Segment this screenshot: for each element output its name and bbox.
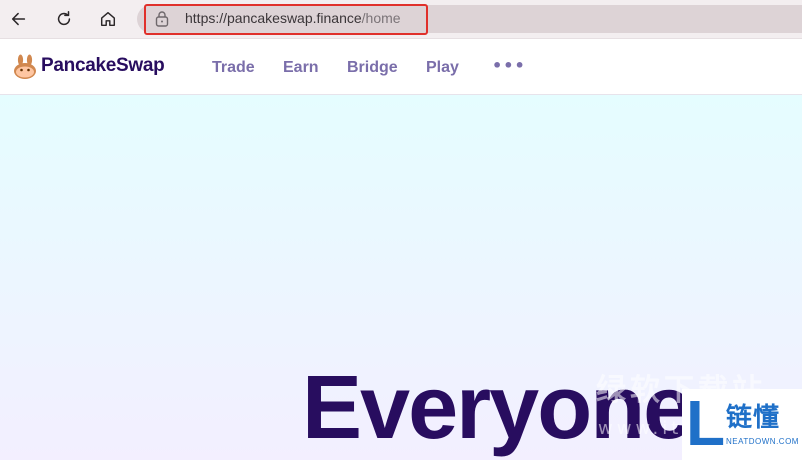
pancake-bunny-logo-icon[interactable]	[12, 54, 38, 80]
nav-item-play[interactable]: Play	[426, 59, 459, 77]
home-icon	[100, 11, 116, 27]
url-highlight-box	[144, 4, 428, 35]
back-button[interactable]	[6, 6, 32, 32]
home-button[interactable]	[95, 6, 121, 32]
watermark-url: www.it	[598, 418, 683, 439]
badge-chinese-text: 链懂	[726, 403, 781, 433]
back-arrow-icon	[11, 12, 26, 26]
nav-item-trade[interactable]: Trade	[212, 59, 255, 77]
refresh-icon	[57, 11, 71, 26]
brand-name[interactable]: PancakeSwap	[41, 55, 165, 77]
browser-toolbar: https://pancakeswap.finance/home	[0, 0, 802, 39]
badge-site-text: NEATDOWN.COM	[726, 437, 799, 446]
nav-item-earn[interactable]: Earn	[283, 59, 319, 77]
nav-item-bridge[interactable]: Bridge	[347, 59, 398, 77]
badge-letter: L	[686, 387, 726, 459]
watermark-badge: L 链懂 NEATDOWN.COM	[682, 389, 802, 460]
refresh-button[interactable]	[51, 6, 77, 32]
more-dots-icon[interactable]: •••	[492, 56, 526, 75]
site-header: PancakeSwap Trade Earn Bridge Play •••	[0, 39, 802, 95]
